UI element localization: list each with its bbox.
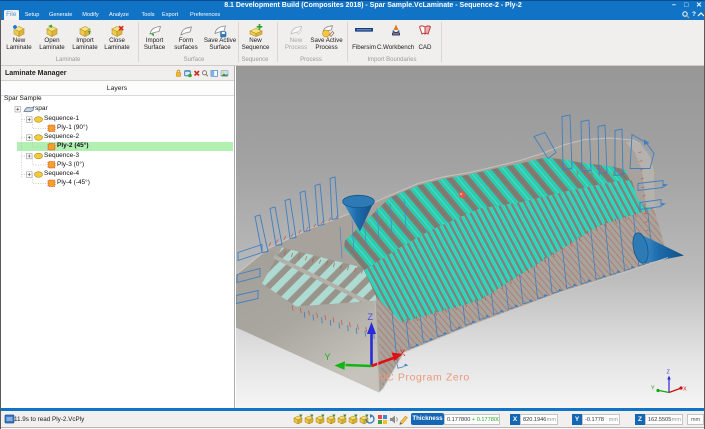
svg-text:X: X xyxy=(683,386,687,392)
svg-text:Y: Y xyxy=(325,352,331,362)
svg-text:Y: Y xyxy=(651,385,655,391)
svg-text:X: X xyxy=(400,348,406,358)
svg-text:Z: Z xyxy=(667,369,671,375)
svg-text:Z: Z xyxy=(368,312,374,322)
